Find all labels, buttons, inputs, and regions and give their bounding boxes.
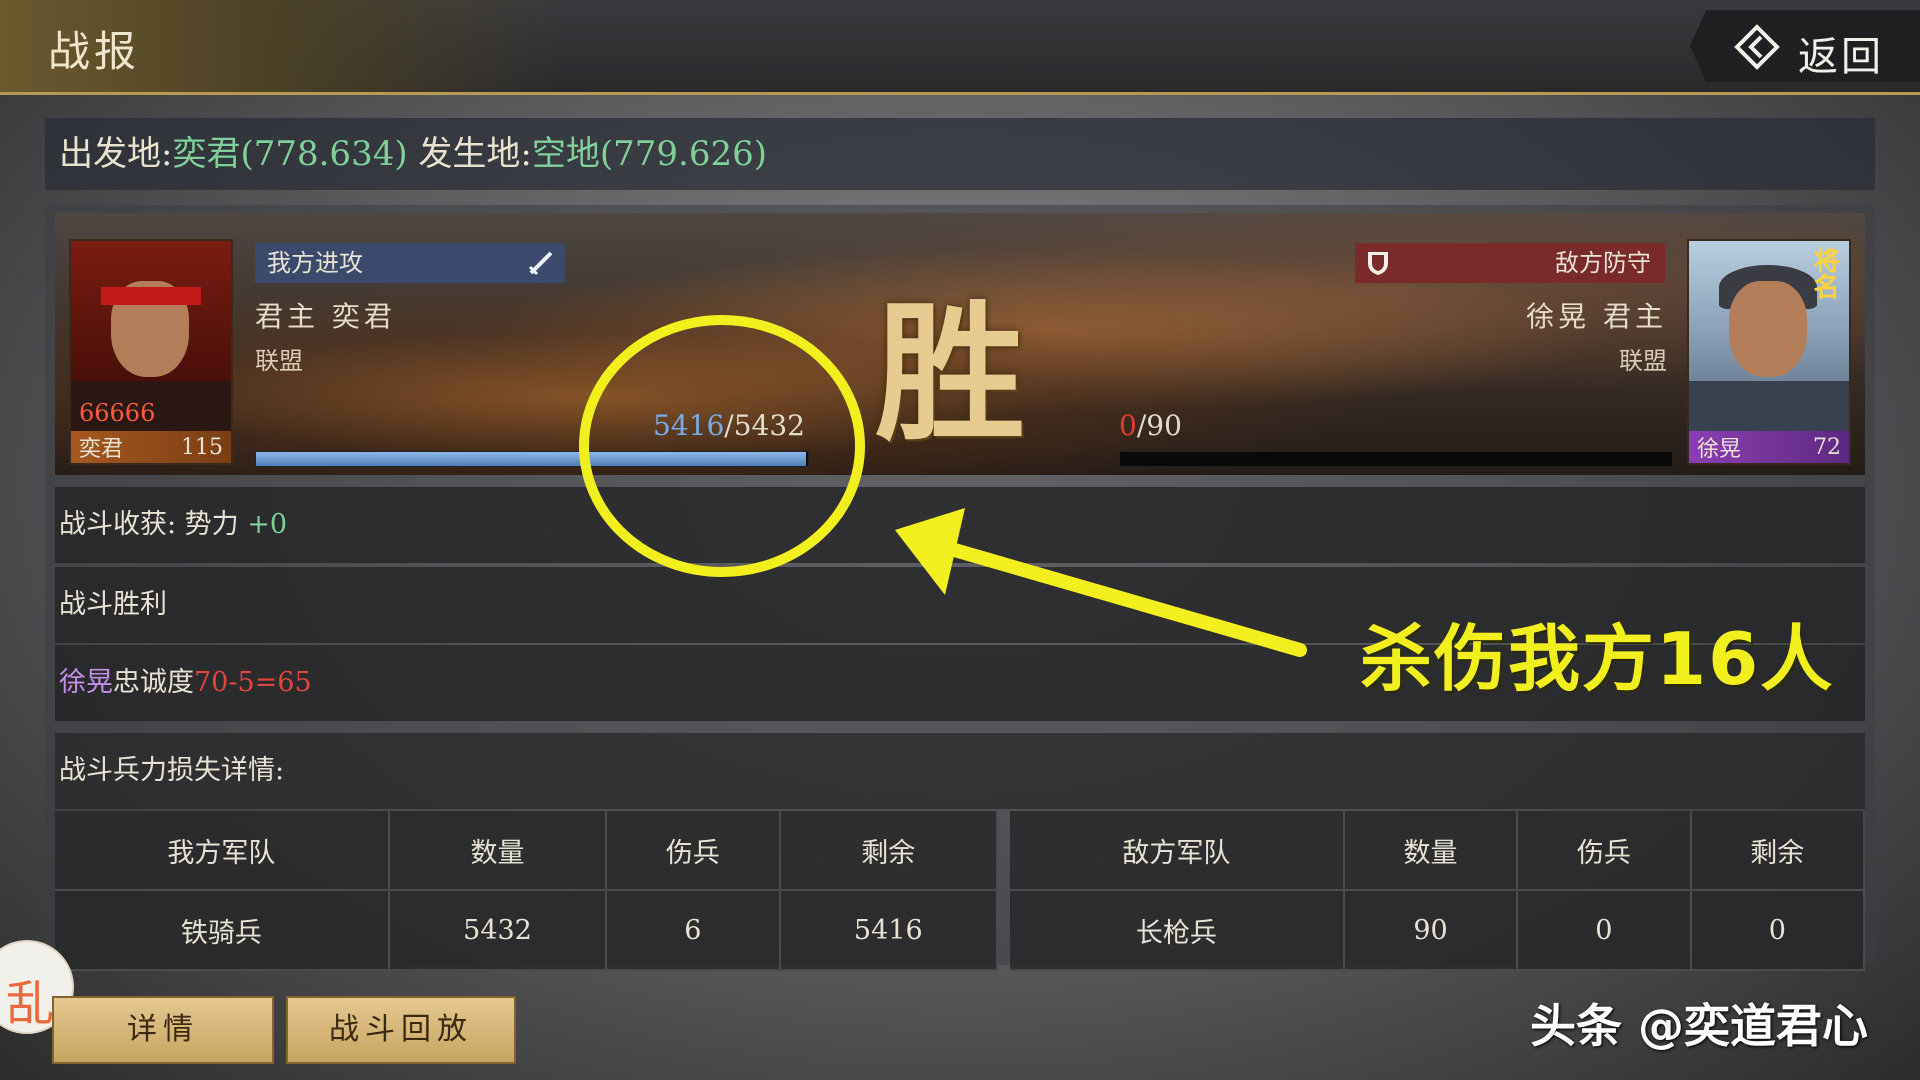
attacker-troop-fill (256, 452, 807, 466)
rewards-value: +0 (247, 509, 288, 540)
defender-troops-total: /90 (1136, 409, 1182, 442)
loss-details-title: 战斗兵力损失详情: (55, 733, 1865, 809)
defender-portrait[interactable]: 将名 徐晃 72 (1687, 239, 1851, 465)
watermark: 头条 @奕道君心 (1530, 999, 1869, 1053)
origin-value[interactable]: 奕君(778.634) (172, 134, 407, 174)
table-header-row: 我方军队 数量 伤兵 剩余 敌方军队 数量 伤兵 剩余 (55, 811, 1865, 891)
defend-tag-label: 敌方防守 (1555, 249, 1651, 277)
attacker-level: 115 (181, 434, 223, 460)
loyalty-value: 70-5=65 (194, 667, 312, 698)
attack-tag: 我方进攻 (255, 243, 565, 283)
attacker-portrait-name: 奕君 (79, 437, 124, 462)
table-gap (998, 891, 1010, 971)
battle-scene: 66666 奕君 115 我方进攻 君主 奕君 联盟 5416/5432 胜 敌… (55, 213, 1865, 475)
table-cell: 0 (1518, 891, 1692, 971)
annotation-text: 杀伤我方16人 (1360, 617, 1835, 701)
attack-tag-label: 我方进攻 (267, 249, 363, 277)
table-gap (998, 811, 1010, 891)
attacker-troops-total: /5432 (724, 409, 805, 442)
table-header-cell: 敌方军队 (1009, 811, 1345, 891)
side-bubble-icon: 乱 (6, 976, 55, 1032)
attacker-alliance: 联盟 (255, 347, 303, 375)
loss-details-label: 战斗兵力损失详情: (59, 755, 285, 786)
battle-rewards-row: 战斗收获: 势力 +0 (55, 487, 1865, 563)
table-cell: 长枪兵 (1009, 891, 1345, 971)
defender-level: 72 (1813, 434, 1841, 460)
battle-result-text: 战斗胜利 (59, 589, 167, 620)
rewards-label: 战斗收获: 势力 (59, 509, 248, 540)
attacker-portrait[interactable]: 66666 奕君 115 (69, 239, 233, 465)
back-label: 返回 (1798, 34, 1884, 80)
loyalty-label: 忠诚度 (113, 667, 194, 698)
table-cell: 6 (607, 891, 781, 971)
table-header-cell: 数量 (389, 811, 608, 891)
location-bar: 出发地:奕君(778.634) 发生地:空地(779.626) (45, 118, 1875, 190)
table-cell: 90 (1344, 891, 1519, 971)
famed-general-badge: 将名 (1809, 247, 1839, 299)
attacker-name: 君主 奕君 (255, 300, 396, 333)
attacker-troops-current: 5416 (653, 409, 725, 442)
troop-loss-table: 我方军队 数量 伤兵 剩余 敌方军队 数量 伤兵 剩余 铁骑兵 5432 6 5… (55, 811, 1865, 971)
battle-replay-button[interactable]: 战斗回放 (286, 996, 516, 1064)
origin-label: 出发地: (59, 134, 173, 174)
table-header-cell: 我方军队 (55, 811, 390, 891)
shield-icon (1368, 252, 1388, 275)
table-cell: 铁骑兵 (55, 891, 390, 971)
table-header-cell: 数量 (1344, 811, 1519, 891)
attacker-troop-bar (255, 451, 809, 467)
page-title: 战报 (48, 27, 141, 76)
attacker-name-plate: 奕君 115 (71, 431, 231, 463)
table-cell: 0 (1691, 891, 1865, 971)
details-button[interactable]: 详情 (52, 996, 274, 1064)
table-row: 铁骑兵 5432 6 5416 长枪兵 90 0 0 (55, 891, 1865, 971)
sword-icon (528, 251, 553, 276)
table-header-cell: 剩余 (1691, 811, 1865, 891)
site-label: 发生地: (418, 134, 532, 174)
face-graphic (1729, 281, 1807, 377)
victory-mark: 胜 (875, 286, 1026, 462)
table-cell: 5432 (389, 891, 608, 971)
top-bar: 战报 返回 (0, 0, 1920, 95)
defend-tag: 敌方防守 (1355, 243, 1665, 283)
battle-report-panel: 66666 奕君 115 我方进攻 君主 奕君 联盟 5416/5432 胜 敌… (45, 205, 1875, 971)
defender-name: 徐晃 君主 (1526, 300, 1667, 333)
table-header-cell: 伤兵 (607, 811, 781, 891)
back-button[interactable]: 返回 (1690, 10, 1920, 82)
attacker-troops: 5416/5432 (653, 409, 805, 442)
defender-troops: 0/90 (1119, 409, 1182, 442)
site-value[interactable]: 空地(779.626) (532, 134, 767, 174)
defender-troops-current: 0 (1119, 409, 1137, 442)
table-header-cell: 剩余 (780, 811, 998, 891)
headband-graphic (101, 287, 201, 305)
defender-portrait-name: 徐晃 (1697, 437, 1742, 462)
defender-alliance: 联盟 (1619, 347, 1667, 375)
loyalty-general-name: 徐晃 (59, 667, 113, 698)
star-rating: 66666 (79, 399, 156, 427)
defender-name-plate: 徐晃 72 (1689, 431, 1849, 463)
defender-troop-bar (1119, 451, 1673, 467)
table-cell: 5416 (780, 891, 998, 971)
back-icon (1734, 24, 1780, 70)
table-header-cell: 伤兵 (1518, 811, 1692, 891)
